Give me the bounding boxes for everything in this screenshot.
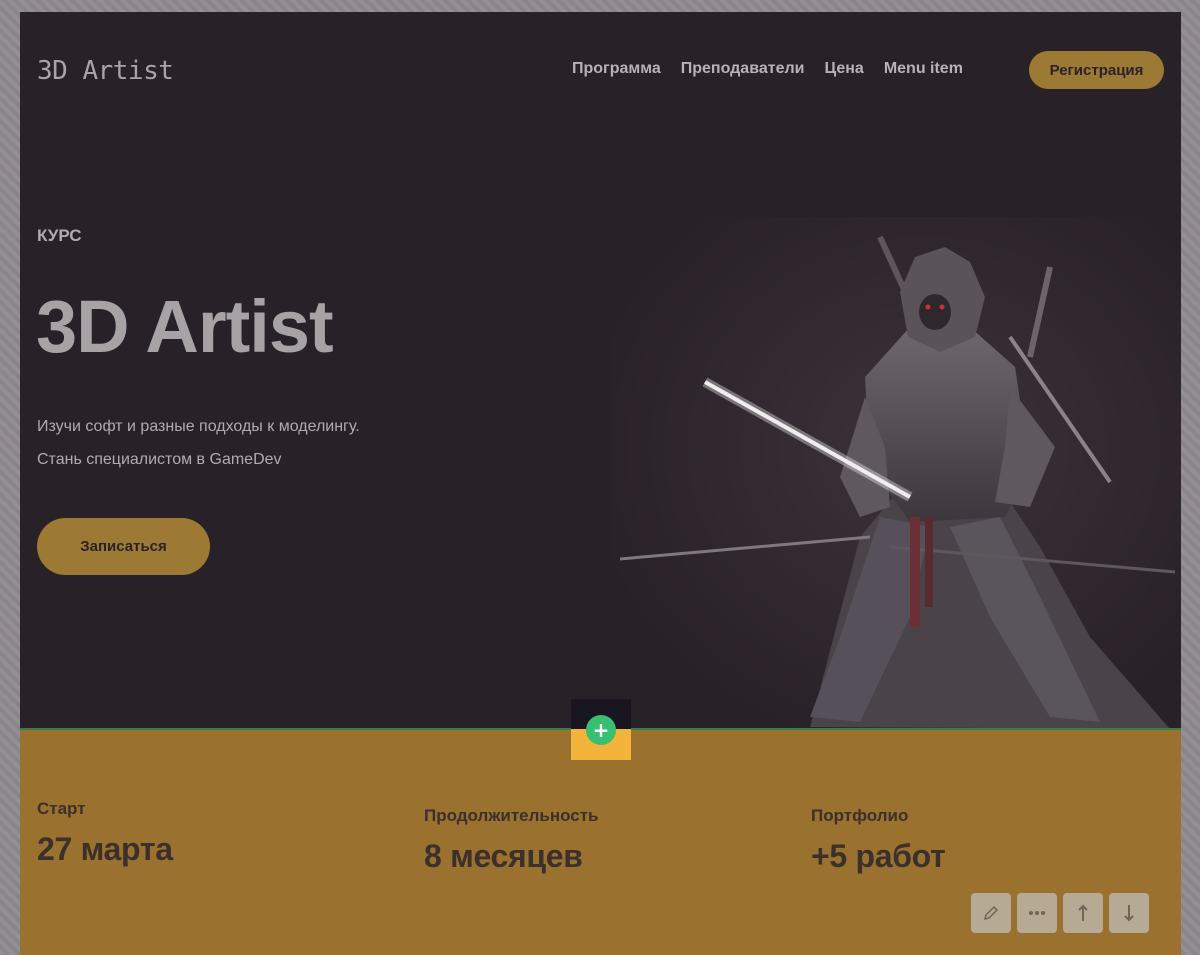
block-toolbar [971, 893, 1149, 933]
ninja-character-image [610, 217, 1181, 729]
stat-value: 27 марта [37, 831, 173, 867]
hero-title: 3D Artist [36, 285, 334, 368]
stat-portfolio: Портфолио +5 работ [811, 806, 946, 875]
stat-label: Старт [37, 799, 86, 818]
hero-eyebrow: КУРС [37, 226, 82, 245]
nav-item-price[interactable]: Цена [824, 60, 863, 78]
pencil-icon[interactable] [971, 893, 1011, 933]
hero-subtitle-line-1: Изучи софт и разные подходы к моделингу. [37, 418, 360, 435]
page-canvas: 3D Artist Программа Преподаватели Цена M… [20, 12, 1181, 955]
stat-value: 8 месяцев [424, 838, 583, 874]
register-button[interactable]: Регистрация [1029, 51, 1164, 89]
arrow-down-icon[interactable] [1109, 893, 1149, 933]
hero-section: 3D Artist Программа Преподаватели Цена M… [20, 12, 1181, 729]
hero-subtitle-line-2: Стань специалистом в GameDev [37, 451, 282, 468]
nav-item-menu[interactable]: Menu item [884, 60, 963, 78]
stat-start: Старт 27 марта [37, 799, 173, 868]
hero-subtitle: Изучи софт и разные подходы к моделингу.… [37, 410, 360, 476]
main-nav: Программа Преподаватели Цена Menu item [572, 60, 963, 78]
add-block-control: + [571, 699, 631, 760]
stat-label: Портфолио [811, 806, 909, 825]
nav-item-program[interactable]: Программа [572, 60, 661, 78]
nav-item-teachers[interactable]: Преподаватели [681, 60, 805, 78]
stat-label: Продолжительность [424, 806, 599, 825]
more-icon[interactable] [1017, 893, 1057, 933]
stat-value: +5 работ [811, 838, 946, 874]
enroll-button[interactable]: Записаться [37, 518, 210, 575]
arrow-up-icon[interactable] [1063, 893, 1103, 933]
stat-duration: Продолжительность 8 месяцев [424, 806, 599, 875]
add-block-button[interactable]: + [586, 715, 616, 745]
site-logo[interactable]: 3D Artist [37, 56, 174, 86]
